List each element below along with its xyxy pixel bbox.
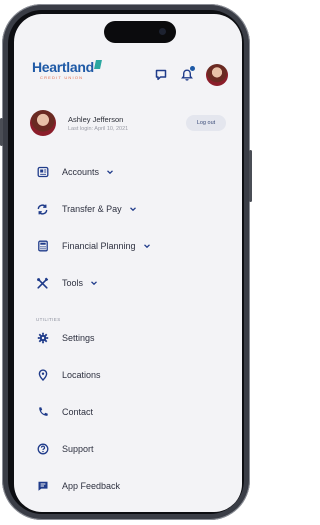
logo-subtitle: CREDIT UNION bbox=[40, 75, 84, 80]
menu-item-label: Financial Planning bbox=[62, 241, 136, 251]
menu-item-label: Accounts bbox=[62, 167, 100, 177]
feedback-icon bbox=[36, 480, 49, 493]
header-actions bbox=[154, 64, 228, 86]
chevron-down-icon bbox=[107, 170, 113, 175]
menu-item-label: Tools bbox=[62, 278, 84, 288]
location-pin-icon bbox=[36, 369, 49, 382]
help-icon bbox=[36, 443, 49, 456]
last-login: Last login: April 10, 2021 bbox=[68, 125, 129, 132]
camera-dot bbox=[159, 28, 166, 35]
menu-item-accounts[interactable]: Accounts bbox=[36, 164, 232, 180]
section-label-utilities: UTILITIES bbox=[36, 317, 61, 322]
chat-icon[interactable] bbox=[154, 68, 168, 82]
nav-menu: Accounts Transfer & Pay Financial Planni… bbox=[36, 164, 232, 494]
menu-item-label: Settings bbox=[62, 333, 95, 343]
profile-avatar bbox=[30, 110, 56, 136]
phone-icon bbox=[36, 406, 49, 419]
tools-icon bbox=[36, 277, 49, 290]
notifications[interactable] bbox=[180, 66, 195, 82]
side-button-left bbox=[0, 118, 3, 146]
chevron-down-icon bbox=[91, 281, 97, 286]
avatar[interactable] bbox=[206, 64, 228, 86]
menu-item-settings[interactable]: Settings bbox=[36, 330, 232, 346]
chevron-down-icon bbox=[129, 207, 136, 212]
chevron-down-icon bbox=[143, 244, 150, 249]
menu-item-support[interactable]: Support bbox=[36, 441, 232, 457]
dynamic-island bbox=[104, 21, 176, 43]
logo-flag-icon bbox=[93, 60, 102, 69]
menu-item-label: Locations bbox=[62, 370, 101, 380]
profile-row: Ashley Jefferson Last login: April 10, 2… bbox=[30, 110, 226, 136]
menu-item-label: App Feedback bbox=[62, 481, 121, 491]
logout-button[interactable]: Log out bbox=[186, 115, 226, 131]
menu-item-tools[interactable]: Tools bbox=[36, 275, 232, 291]
heartland-logo[interactable]: Heartland CREDIT UNION bbox=[32, 59, 102, 80]
logo-text: Heartland bbox=[32, 59, 94, 75]
accounts-icon bbox=[36, 166, 49, 179]
logo-wordmark: Heartland bbox=[32, 59, 102, 75]
gear-icon bbox=[36, 332, 49, 345]
menu-item-app-feedback[interactable]: App Feedback bbox=[36, 478, 232, 494]
menu-item-label: Support bbox=[62, 444, 94, 454]
menu-item-label: Contact bbox=[62, 407, 94, 417]
profile-name: Ashley Jefferson bbox=[68, 114, 124, 124]
notification-badge bbox=[190, 66, 195, 71]
menu-item-financial-planning[interactable]: Financial Planning bbox=[36, 238, 232, 254]
menu-item-transfer-pay[interactable]: Transfer & Pay bbox=[36, 201, 232, 217]
menu-item-label: Transfer & Pay bbox=[62, 204, 122, 214]
transfer-icon bbox=[36, 203, 49, 216]
calculator-icon bbox=[36, 240, 49, 253]
side-button-right bbox=[249, 150, 252, 202]
profile-text: Ashley Jefferson Last login: April 10, 2… bbox=[68, 115, 186, 132]
screen: Heartland CREDIT UNION Ashley Jefferson … bbox=[14, 14, 242, 512]
menu-item-contact[interactable]: Contact bbox=[36, 404, 232, 420]
menu-item-locations[interactable]: Locations bbox=[36, 367, 232, 383]
